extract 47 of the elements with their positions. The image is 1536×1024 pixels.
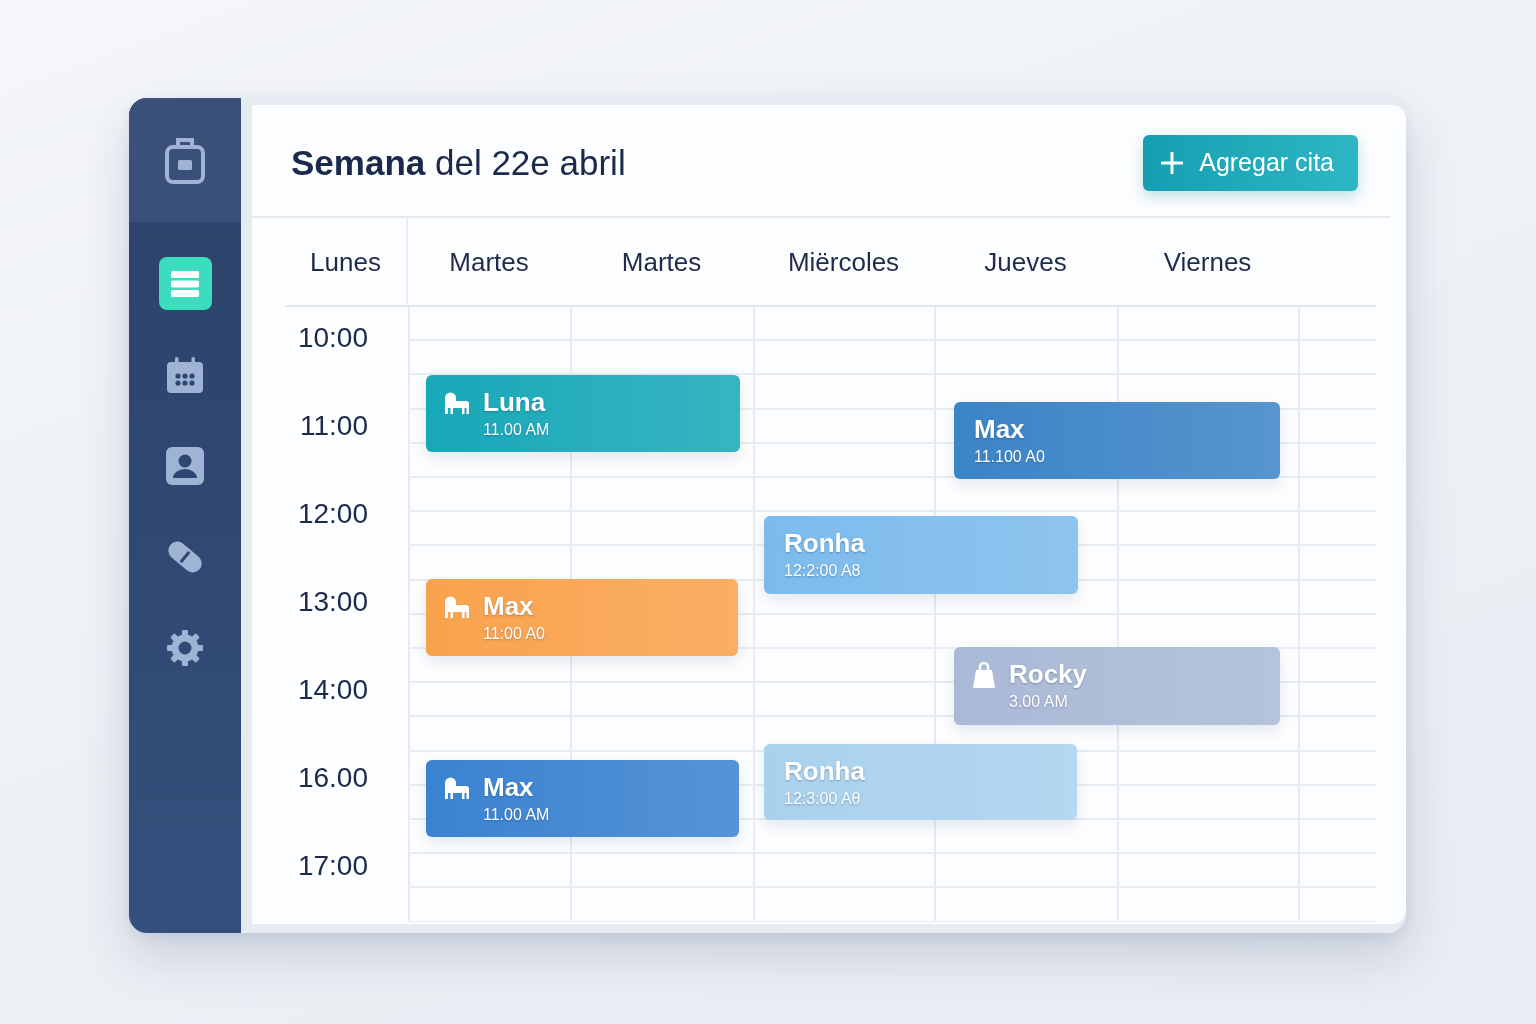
appointment-card[interactable]: Ronha 12:2:00 A8 [764,516,1078,594]
time-label: 16.00 [297,761,368,795]
appointment-name: Max [483,591,535,621]
appointment-time: 11.00 AM [483,420,550,440]
appointment-time: 11.100 A0 [974,447,1045,467]
appointment-time: 12:3:00 Aθ [784,789,862,809]
time-label: 10:00 [297,321,368,355]
appointment-time: 3.00 AM [1009,692,1069,712]
time-label: 13:00 [297,585,368,619]
calendar-icon [167,356,203,393]
animal-icon [444,594,470,618]
appointment-name: Ronha [784,756,865,786]
animal-icon [444,390,470,414]
animal-icon [444,775,470,799]
day-header: Martes [448,246,530,279]
appointment-name: Max [483,772,535,802]
briefcase-icon [165,136,205,184]
appointment-name: Rocky [1009,659,1088,689]
list-icon [170,269,200,298]
appointment-card[interactable]: Max 11.100 A0 [954,402,1280,479]
bag-icon [972,662,996,688]
sidebar-item[interactable] [158,257,212,310]
time-label: 17:00 [297,849,368,883]
appointment-name: Luna [483,387,547,417]
day-header: Jueves [983,246,1068,279]
time-label: 11:00 [300,409,368,443]
appointment-name: Max [974,414,1026,444]
appointment-name: Ronha [784,528,865,558]
day-header: Martes [620,246,703,279]
appointment-time: 12:2:00 A8 [784,561,862,581]
appointment-card[interactable]: Ronha 12:3:00 Aθ [764,744,1077,820]
page-title: Semana del 22e abril [291,142,626,183]
day-header: Viernes [1162,246,1253,279]
plus-icon [1161,151,1184,174]
day-header: Miërcoles [786,246,901,279]
appointment-time: 11.00 AM [483,805,550,825]
appointment-card[interactable]: Luna 11.00 AM [426,375,740,452]
add-appointment-button[interactable]: Agregar cita [1143,134,1358,191]
contact-card-icon [166,446,204,485]
time-label: 12:00 [297,497,368,531]
day-header: Lunes [285,218,408,305]
appointment-card[interactable]: Max 11:00 A0 [426,579,738,656]
appointment-time: 11:00 A0 [483,624,545,644]
gear-icon [167,629,203,666]
appointment-card[interactable]: Rocky 3.00 AM [954,647,1280,725]
appointment-card[interactable]: Max 11.00 AM [426,760,739,837]
time-label: 14:00 [297,673,368,707]
